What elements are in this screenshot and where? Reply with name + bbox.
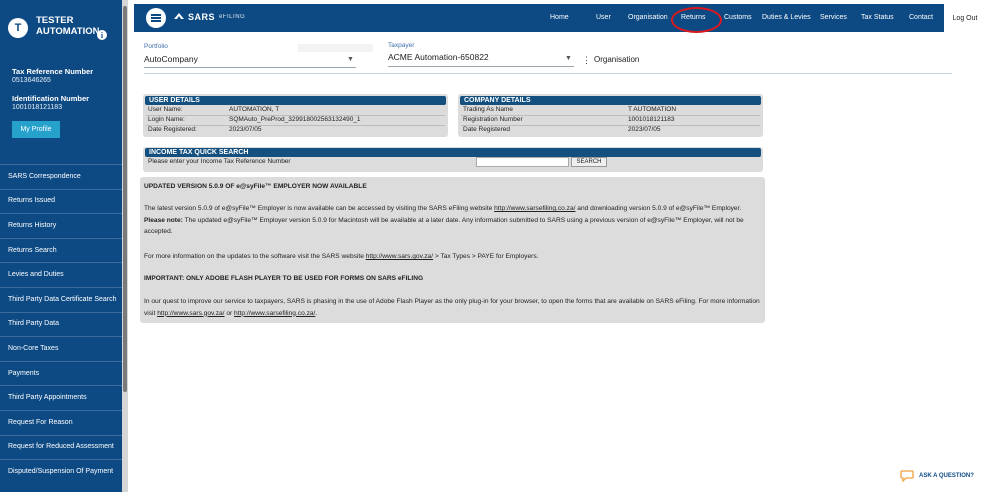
sidebar-item-returns-issued[interactable]: Returns Issued: [0, 188, 122, 214]
sars-logo[interactable]: SARS eFILING: [174, 12, 245, 22]
heading-text: UPDATED VERSION 5.0.9 OF e@syFile™ EMPLO…: [144, 183, 367, 190]
tax-ref-value: 0513646265: [12, 77, 51, 84]
company-details-header: COMPANY DETAILS: [460, 96, 761, 105]
body-text: For more information on the updates to t…: [144, 253, 366, 260]
portfolio-label: Portfolio: [144, 43, 168, 50]
login-name-value: SQMAuto_PreProd_329918002563132490_1: [229, 116, 361, 123]
body-text: The updated e@syFile™ Employer version 5…: [144, 216, 744, 236]
sars-logo-mark-icon: [174, 13, 184, 19]
registration-number-label: Registration Number: [463, 116, 523, 123]
search-button[interactable]: SEARCH: [571, 157, 607, 167]
sarsefiling-link[interactable]: http://www.sarsefiling.co.za/: [494, 205, 575, 212]
hamburger-menu-icon[interactable]: [146, 8, 166, 28]
tax-ref-label: Tax Reference Number: [12, 67, 94, 76]
sars-gov-link[interactable]: http://www.sars.gov.za/: [157, 310, 224, 317]
user-date-registered-value: 2023/07/05: [229, 126, 262, 133]
sarsefiling-link[interactable]: http://www.sarsefiling.co.za/: [234, 310, 315, 317]
registration-number-value: 1001018121183: [628, 116, 675, 123]
nav-duties-levies[interactable]: Duties & Levies: [762, 14, 811, 21]
ask-a-question-label: ASK A QUESTION?: [919, 473, 974, 479]
sidebar-item-sars-correspondence[interactable]: SARS Correspondence: [0, 164, 122, 189]
company-date-registered-label: Date Registered: [463, 126, 510, 133]
taxpayer-select[interactable]: ACME Automation-650822: [388, 52, 489, 62]
id-number-value: 1001018121183: [12, 104, 63, 111]
body-text: The latest version 5.0.9 of e@syFile™ Em…: [144, 205, 495, 212]
user-details-header: USER DETAILS: [145, 96, 446, 105]
header-divider: [144, 73, 952, 74]
logout-button[interactable]: Log Out: [944, 4, 986, 32]
logo-subtext: eFILING: [219, 14, 246, 20]
nav-contact[interactable]: Contact: [909, 14, 933, 21]
user-name-value: AUTOMATION, T: [229, 106, 280, 113]
tax-reference-search-input[interactable]: [476, 157, 569, 167]
login-name-label: Login Name:: [148, 116, 185, 123]
chat-bubble-icon: [900, 470, 914, 482]
my-profile-button[interactable]: My Profile: [12, 121, 60, 138]
user-name-label: User Name:: [148, 106, 183, 113]
sidebar-item-payments[interactable]: Payments: [0, 360, 122, 386]
more-vertical-icon[interactable]: ⋮: [582, 55, 591, 66]
taxpayer-chevron-down-icon[interactable]: ▼: [565, 55, 572, 62]
blank-field: [298, 44, 373, 52]
sidebar-item-non-core-taxes[interactable]: Non-Core Taxes: [0, 336, 122, 361]
body-text: or: [224, 309, 235, 317]
nav-services[interactable]: Services: [820, 14, 847, 21]
ask-a-question-widget[interactable]: ASK A QUESTION?: [900, 470, 974, 482]
sidebar-item-third-party-data[interactable]: Third Party Data: [0, 311, 122, 337]
announcement-heading-flash: IMPORTANT: ONLY ADOBE FLASH PLAYER TO BE…: [144, 273, 760, 285]
nav-organisation[interactable]: Organisation: [628, 14, 668, 21]
logo-text: SARS: [188, 12, 216, 22]
trading-as-label: Trading As Name: [463, 106, 513, 113]
trading-as-value: T AUTOMATION: [628, 106, 677, 113]
announcement-body-easyfile: The latest version 5.0.9 of e@syFile™ Em…: [144, 203, 760, 238]
sidebar: T TESTER AUTOMATION i Tax Reference Numb…: [0, 0, 128, 492]
note-label: Please note:: [144, 216, 183, 224]
portfolio-select[interactable]: AutoCompany: [144, 54, 198, 64]
sars-gov-link[interactable]: http://www.sars.gov.za/: [366, 253, 433, 260]
company-date-registered-value: 2023/07/05: [628, 126, 661, 133]
nav-customs[interactable]: Customs: [724, 14, 752, 21]
body-text: .: [315, 309, 318, 317]
nav-tax-status[interactable]: Tax Status: [861, 14, 894, 21]
context-label: Organisation: [594, 55, 640, 64]
quick-search-prompt: Please enter your Income Tax Reference N…: [148, 158, 291, 165]
sidebar-item-returns-history[interactable]: Returns History: [0, 213, 122, 238]
nav-home[interactable]: Home: [550, 14, 569, 21]
portfolio-chevron-down-icon[interactable]: ▼: [347, 56, 354, 63]
body-text: > Tax Types > PAYE for Employers.: [433, 253, 539, 260]
sidebar-item-levies-and-duties[interactable]: Levies and Duties: [0, 262, 122, 287]
sidebar-item-request-for-reason[interactable]: Request For Reason: [0, 409, 122, 435]
avatar[interactable]: T: [8, 18, 28, 38]
announcement-heading-easyfile: UPDATED VERSION 5.0.9 OF e@syFile™ EMPLO…: [144, 181, 760, 193]
sidebar-item-disputed-suspension-of-payment[interactable]: Disputed/Suspension Of Payment: [0, 459, 122, 484]
sidebar-item-returns-search[interactable]: Returns Search: [0, 237, 122, 263]
body-text: and downloading version 5.0.9 of e@syFil…: [575, 205, 742, 212]
sidebar-menu: SARS Correspondence Returns Issued Retur…: [0, 164, 122, 484]
id-number-label: Identification Number: [12, 94, 90, 103]
quick-search-header: INCOME TAX QUICK SEARCH: [145, 148, 761, 157]
announcement-body-flash: In our quest to improve our service to t…: [144, 296, 760, 319]
info-icon[interactable]: i: [97, 30, 107, 40]
portfolio-underline: [144, 67, 356, 68]
heading-text: IMPORTANT: ONLY ADOBE FLASH PLAYER TO BE…: [144, 275, 424, 282]
user-date-registered-label: Date Registered:: [148, 126, 197, 133]
user-name: TESTER AUTOMATION: [36, 15, 100, 37]
sidebar-item-request-for-reduced-assessment[interactable]: Request for Reduced Assessment: [0, 434, 122, 460]
taxpayer-underline: [388, 66, 574, 67]
sidebar-item-third-party-appointments[interactable]: Third Party Appointments: [0, 385, 122, 410]
taxpayer-label: Taxpayer: [388, 42, 415, 49]
returns-highlight-circle: [671, 7, 722, 33]
announcement-body-updates: For more information on the updates to t…: [144, 251, 760, 263]
top-navigation: SARS eFILING Home User Organisation Retu…: [134, 4, 986, 32]
sidebar-item-third-party-data-certificate-search[interactable]: Third Party Data Certificate Search: [0, 286, 122, 312]
sidebar-scroll-thumb[interactable]: [123, 6, 127, 392]
nav-user[interactable]: User: [596, 14, 611, 21]
